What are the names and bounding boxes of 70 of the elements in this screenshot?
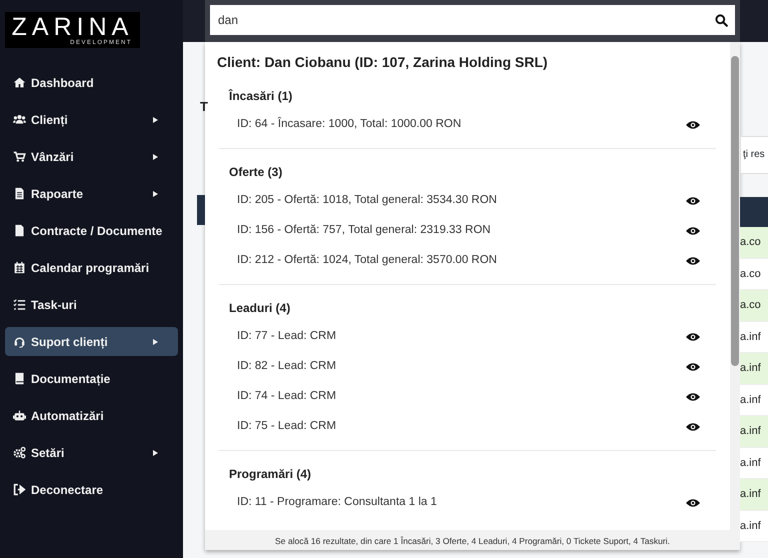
eye-icon[interactable] bbox=[686, 422, 700, 432]
calendar-icon bbox=[13, 261, 26, 274]
sidebar-item[interactable]: Clienți bbox=[5, 105, 178, 134]
search-button[interactable] bbox=[707, 5, 735, 35]
result-item[interactable]: ID: 75 - Lead: CRM bbox=[237, 418, 686, 436]
logout-icon bbox=[13, 483, 26, 496]
result-item[interactable]: ID: 11 - Programare: Consultanta 1 la 1 bbox=[237, 494, 686, 512]
table-cell: a.inf bbox=[740, 353, 768, 384]
table-cell: a.inf bbox=[740, 416, 768, 448]
result-item[interactable]: ID: 77 - Lead: CRM bbox=[237, 328, 686, 346]
group-title: Programări (4) bbox=[228, 466, 312, 483]
sidebar-item[interactable]: Deconectare bbox=[5, 475, 178, 504]
sidebar-item[interactable]: Suport clienți bbox=[5, 327, 178, 356]
scrollbar[interactable] bbox=[730, 42, 740, 530]
table-header bbox=[197, 195, 205, 225]
eye-icon[interactable] bbox=[686, 392, 700, 402]
table-cell: a.inf bbox=[740, 479, 768, 510]
search-field[interactable]: dan bbox=[210, 5, 707, 35]
table-cell: a.inf bbox=[740, 510, 768, 542]
robot-icon bbox=[13, 409, 26, 422]
group-title: Încasări (1) bbox=[228, 88, 294, 105]
table-cell: a.inf bbox=[740, 322, 768, 353]
caret-icon bbox=[153, 191, 158, 197]
sidebar-item[interactable]: Rapoarte bbox=[5, 179, 178, 208]
eye-icon[interactable] bbox=[686, 226, 700, 236]
caret-icon bbox=[153, 154, 158, 160]
client-title: Client: Dan Ciobanu (ID: 107, Zarina Holding SRL) bbox=[216, 53, 549, 72]
result-item[interactable]: ID: 205 - Ofertă: 1018, Total general: 3534.30 RON bbox=[237, 192, 686, 210]
filter-select[interactable]: ţi res bbox=[740, 136, 768, 174]
table-header bbox=[740, 197, 768, 227]
sidebar-item[interactable]: Vânzări bbox=[5, 142, 178, 171]
group-title: Leaduri (4) bbox=[228, 300, 292, 317]
caret-icon bbox=[153, 117, 158, 123]
sidebar-item[interactable]: Automatizări bbox=[5, 401, 178, 430]
sidebar-item[interactable]: Task-uri bbox=[5, 290, 178, 319]
home-icon bbox=[13, 76, 26, 89]
sidebar-item[interactable]: Contracte / Documente bbox=[5, 216, 178, 245]
caret-icon bbox=[153, 339, 158, 345]
results-summary: Se alocă 16 rezultate, din care 1 Încasări, 3 Oferte, 4 Leaduri, 4 Programări, 0 Tickete Suport, 4 Taskuri. bbox=[205, 530, 740, 550]
search-icon bbox=[714, 14, 728, 26]
eye-icon[interactable] bbox=[686, 196, 700, 206]
sidebar-item[interactable]: Calendar programări bbox=[5, 253, 178, 282]
table-cell: a.inf bbox=[740, 448, 768, 479]
sidebar-item[interactable]: Documentație bbox=[5, 364, 178, 393]
table-cell: a.inf bbox=[740, 384, 768, 416]
table-cell: a.co bbox=[740, 227, 768, 258]
sidebar-item[interactable]: Setări bbox=[5, 438, 178, 467]
document-icon bbox=[13, 187, 26, 200]
gears-icon bbox=[13, 446, 26, 459]
headset-icon bbox=[13, 335, 26, 348]
group-title: Oferte (3) bbox=[228, 164, 284, 181]
document-icon bbox=[13, 224, 26, 237]
eye-icon[interactable] bbox=[686, 498, 700, 508]
checklist-icon bbox=[13, 298, 26, 311]
result-item[interactable]: ID: 156 - Ofertă: 757, Total general: 2319.33 RON bbox=[237, 222, 686, 240]
cart-icon bbox=[13, 150, 26, 163]
eye-icon[interactable] bbox=[686, 256, 700, 266]
eye-icon[interactable] bbox=[686, 120, 700, 130]
sidebar-item[interactable]: Dashboard bbox=[5, 68, 178, 97]
eye-icon[interactable] bbox=[686, 332, 700, 342]
result-item[interactable]: ID: 74 - Lead: CRM bbox=[237, 388, 686, 406]
result-item[interactable]: ID: 212 - Ofertă: 1024, Total general: 3570.00 RON bbox=[237, 252, 686, 270]
table-cell: a.co bbox=[740, 258, 768, 290]
table-cell: a.co bbox=[740, 290, 768, 322]
users-icon bbox=[13, 113, 26, 126]
result-item[interactable]: ID: 82 - Lead: CRM bbox=[237, 358, 686, 376]
eye-icon[interactable] bbox=[686, 362, 700, 372]
caret-icon bbox=[153, 450, 158, 456]
book-icon bbox=[13, 372, 26, 385]
result-item[interactable]: ID: 64 - Încasare: 1000, Total: 1000.00 RON bbox=[237, 116, 686, 134]
